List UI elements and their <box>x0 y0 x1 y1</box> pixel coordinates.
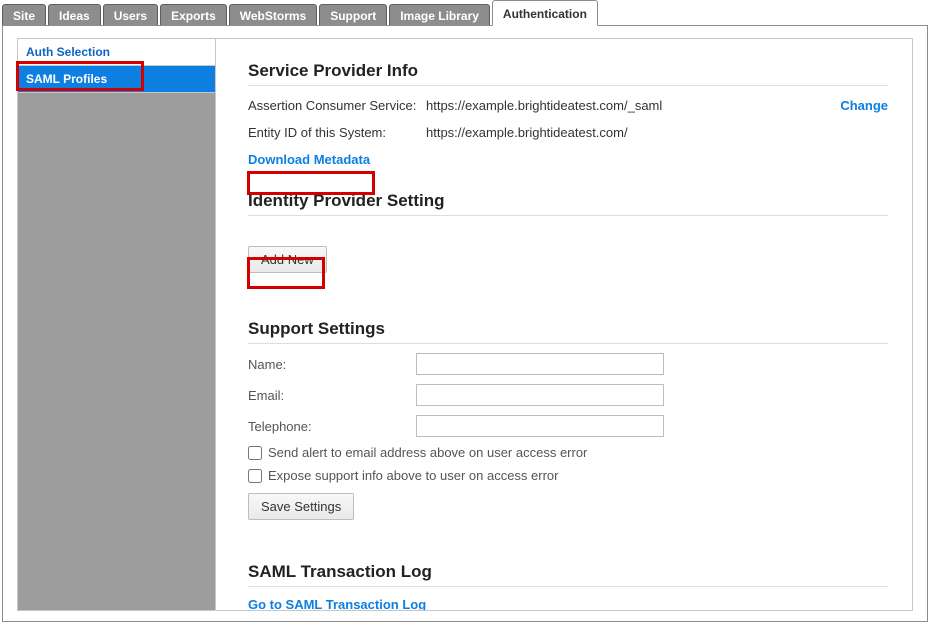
acs-label: Assertion Consumer Service: <box>248 98 426 113</box>
acs-value: https://example.brightideatest.com/_saml <box>426 98 840 113</box>
add-new-button[interactable]: Add New <box>248 246 327 273</box>
send-alert-checkbox[interactable] <box>248 446 262 460</box>
saml-log-heading: SAML Transaction Log <box>248 562 888 587</box>
tab-site[interactable]: Site <box>2 4 46 26</box>
tab-image-library[interactable]: Image Library <box>389 4 490 26</box>
tab-ideas[interactable]: Ideas <box>48 4 101 26</box>
telephone-input[interactable] <box>416 415 664 437</box>
content-outer-frame: Auth Selection SAML Profiles Service Pro… <box>2 25 928 622</box>
main-panel: Service Provider Info Assertion Consumer… <box>216 39 912 610</box>
tab-users[interactable]: Users <box>103 4 158 26</box>
sidebar-item-saml-profiles[interactable]: SAML Profiles <box>18 66 215 93</box>
change-link[interactable]: Change <box>840 98 888 113</box>
tab-webstorms[interactable]: WebStorms <box>229 4 317 26</box>
name-input[interactable] <box>416 353 664 375</box>
email-label: Email: <box>248 388 416 403</box>
top-tabstrip: Site Ideas Users Exports WebStorms Suppo… <box>0 0 930 26</box>
send-alert-label: Send alert to email address above on use… <box>268 445 587 460</box>
expose-support-label: Expose support info above to user on acc… <box>268 468 559 483</box>
sidebar-item-auth-selection[interactable]: Auth Selection <box>18 39 215 66</box>
goto-saml-log-link[interactable]: Go to SAML Transaction Log <box>248 597 426 610</box>
entity-id-value: https://example.brightideatest.com/ <box>426 125 888 140</box>
support-heading: Support Settings <box>248 319 888 344</box>
entity-id-label: Entity ID of this System: <box>248 125 426 140</box>
download-metadata-link[interactable]: Download Metadata <box>248 152 370 167</box>
tab-support[interactable]: Support <box>319 4 387 26</box>
tab-authentication[interactable]: Authentication <box>492 0 598 26</box>
email-input[interactable] <box>416 384 664 406</box>
expose-support-checkbox[interactable] <box>248 469 262 483</box>
service-provider-heading: Service Provider Info <box>248 61 888 86</box>
name-label: Name: <box>248 357 416 372</box>
tab-exports[interactable]: Exports <box>160 4 227 26</box>
content-inner-frame: Auth Selection SAML Profiles Service Pro… <box>17 38 913 611</box>
idp-heading: Identity Provider Setting <box>248 191 888 216</box>
telephone-label: Telephone: <box>248 419 416 434</box>
sidebar: Auth Selection SAML Profiles <box>18 39 216 610</box>
save-settings-button[interactable]: Save Settings <box>248 493 354 520</box>
